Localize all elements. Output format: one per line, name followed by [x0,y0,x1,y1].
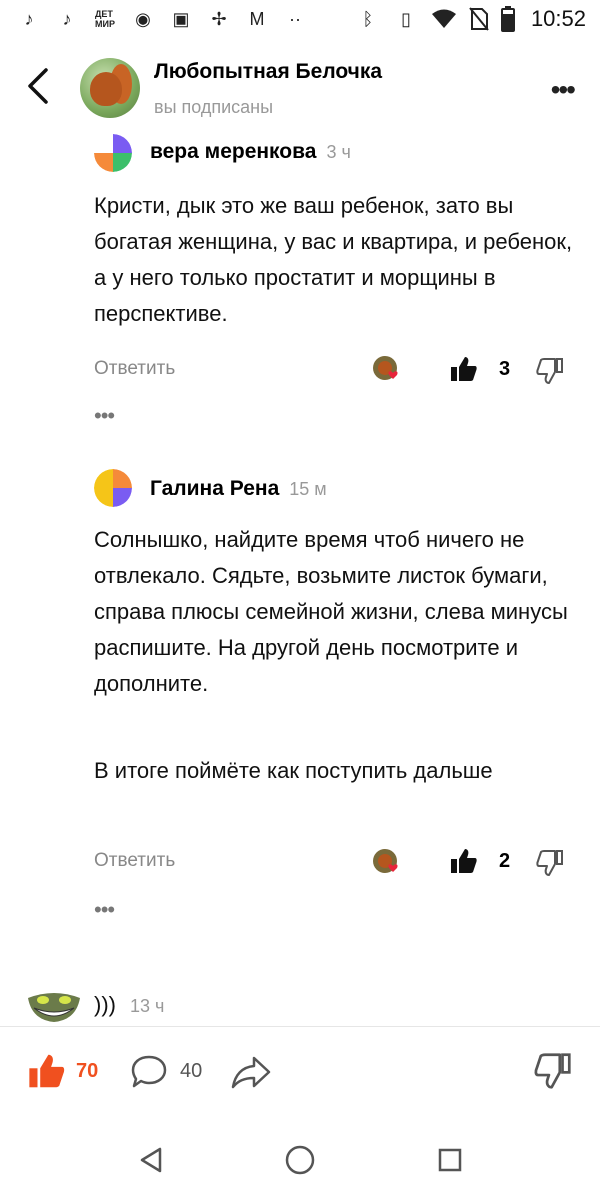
divider [0,1026,600,1027]
reply-button[interactable]: Ответить [94,358,175,380]
notification-icons: ♪ ♪ ДЕТ МИР ◉ ▣ ✢ M ·· [16,6,308,32]
comment-text: Кристи, дык это же ваш ребенок, зато вы … [94,193,573,326]
nav-home-icon[interactable] [284,1144,316,1176]
next-comment-text: ))) [94,992,116,1017]
wifi-icon [431,9,456,28]
article-like-icon[interactable] [28,1052,66,1090]
comments-icon[interactable] [130,1054,168,1090]
reactions-icon[interactable] [372,355,402,385]
article-comment-count: 40 [180,1060,203,1082]
status-bar: ♪ ♪ ДЕТ МИР ◉ ▣ ✢ M ·· ᛒ ▯ 10:52 [0,0,600,42]
comment-author[interactable]: Галина Рена 15 м [150,477,327,501]
like-icon[interactable] [450,355,478,383]
cheshire-cat-avatar[interactable] [26,990,82,1024]
share-icon[interactable] [230,1054,272,1090]
like-icon[interactable] [450,847,478,875]
article-action-bar: 70 40 [0,1040,600,1104]
battery-icon [500,6,515,32]
system-nav-bar [0,1130,600,1190]
more-replies-icon[interactable]: ••• [94,897,115,923]
reply-button[interactable]: Ответить [94,850,175,872]
article-like-count: 70 [76,1060,99,1082]
channel-title[interactable]: Любопытная Белочка [154,60,382,84]
pinwheel-icon: ✢ [211,8,227,29]
comment-time: 15 м [289,479,327,499]
like-count: 3 [499,358,511,380]
subscription-status: вы подписаны [154,97,274,117]
back-arrow-icon[interactable] [22,64,58,108]
dislike-icon[interactable] [536,357,564,385]
comment-time: 3 ч [326,142,351,162]
author-name[interactable]: Галина Рена [150,477,279,500]
clock: 10:52 [530,6,586,31]
channel-header: Любопытная Белочка вы подписаны ••• [0,52,600,124]
comment-time: 13 ч [129,996,165,1016]
like-count: 2 [499,850,511,872]
no-sim-icon [469,7,489,31]
nav-recents-icon[interactable] [438,1148,462,1172]
bluetooth-icon: ᛒ [362,8,374,29]
author-name[interactable]: вера меренкова [150,140,316,163]
nav-back-icon[interactable] [138,1146,164,1174]
comment-author[interactable]: вера меренкова 3 ч [150,140,351,164]
comment-author-avatar[interactable] [94,469,132,507]
gmail-icon: M [249,8,265,29]
reactions-icon[interactable] [372,848,402,878]
more-options-icon[interactable]: ••• [551,74,576,106]
system-icons: ᛒ ▯ 10:52 [355,6,586,32]
more-notifications-icon: ·· [289,8,301,29]
article-dislike-icon[interactable] [534,1052,572,1090]
vibrate-icon: ▯ [400,8,411,29]
more-replies-icon[interactable]: ••• [94,403,115,429]
comment-text: Солнышко, найдите время чтоб ничего не о… [94,527,568,696]
app-icon: ◉ [135,8,151,29]
comment-author-avatar[interactable] [94,134,132,172]
tiktok-icon: ♪ [62,8,72,29]
next-comment: ))) 13 ч [94,992,164,1018]
detmir-icon: ДЕТ МИР [95,9,115,29]
channel-avatar[interactable] [80,58,140,118]
tiktok-icon: ♪ [24,8,34,29]
comment-text-continued: В итоге поймёте как поступить дальше [94,758,493,783]
frog-icon: ▣ [172,8,190,29]
dislike-icon[interactable] [536,849,564,877]
